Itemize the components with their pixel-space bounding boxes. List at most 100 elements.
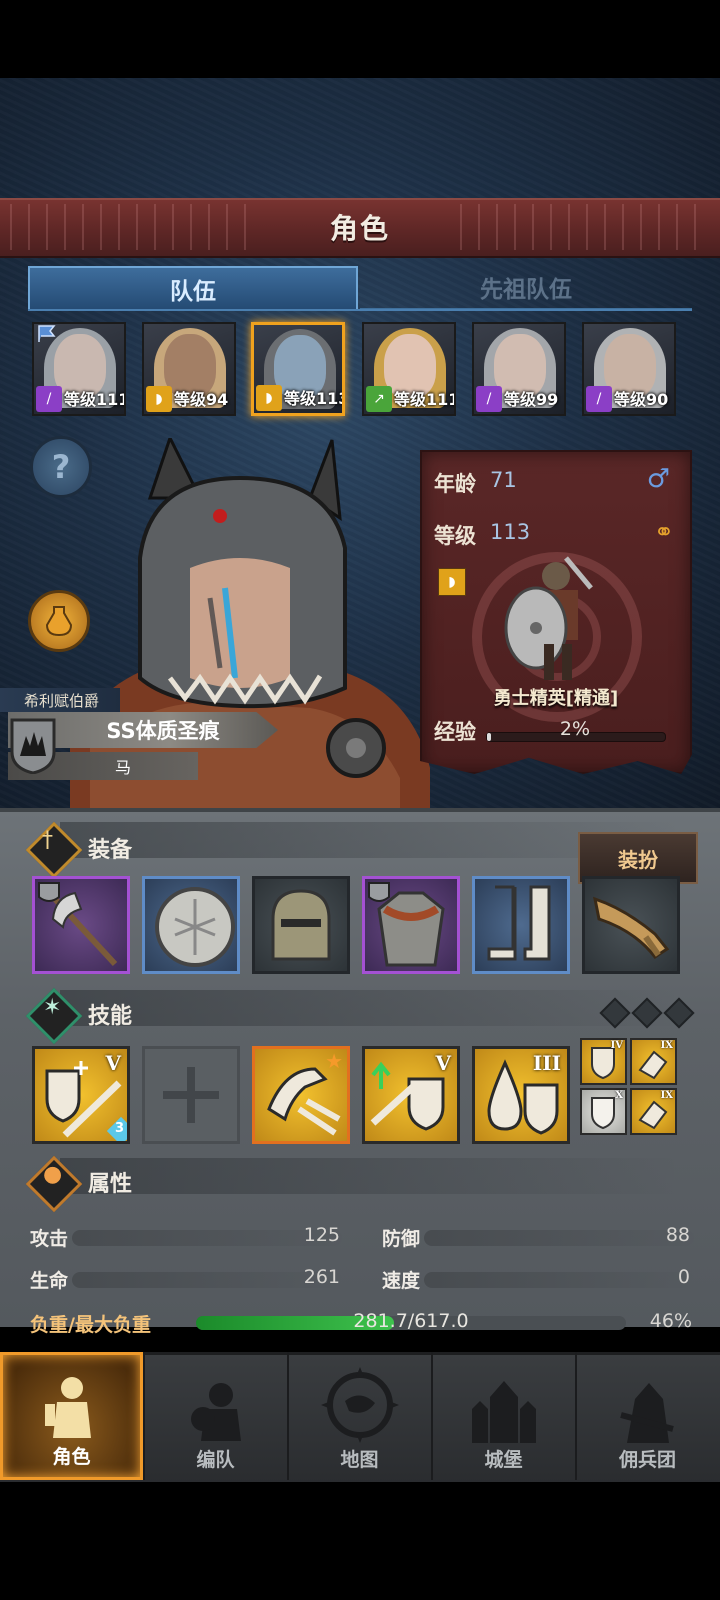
star-icon: ★ (325, 1049, 343, 1073)
skill-point-diamond-icon (663, 997, 695, 1029)
nav-character[interactable]: 角色 (0, 1352, 143, 1480)
nav-label: 地图 (340, 1449, 379, 1471)
status-bar-area (0, 0, 720, 78)
bottom-safe-area (0, 1482, 720, 1600)
party-member-5[interactable]: / 等级99 (472, 322, 566, 416)
load-label: 负重/最大负重 (30, 1314, 151, 1336)
round-shield-icon (155, 887, 235, 967)
shield-icon: ◗ (146, 386, 172, 412)
skill-rank: V (105, 1051, 121, 1075)
level-label: 等级 (434, 524, 476, 548)
equip-slot-helmet[interactable] (252, 876, 350, 974)
hp-value: 261 (303, 1266, 340, 1288)
passive-skill-4[interactable]: IX (630, 1088, 677, 1135)
mini-skill-rank: X (615, 1090, 623, 1101)
nav-mercenary[interactable]: 佣兵团 (576, 1352, 719, 1480)
knight-icon (44, 1377, 91, 1438)
formation-icon (190, 1383, 241, 1441)
party-member-level: 等级111 (394, 390, 454, 409)
defense-value: 88 (665, 1224, 690, 1246)
hp-label: 生命 (30, 1270, 69, 1292)
family-crest-icon (10, 718, 56, 774)
exp-percent: 2% (559, 718, 591, 740)
equipment-title: 装备 (88, 838, 133, 863)
unit-figure-warrior (504, 556, 593, 680)
attack-label: 攻击 (30, 1228, 69, 1250)
equip-slot-weapon[interactable] (32, 876, 130, 974)
horn-icon (593, 896, 670, 960)
defense-label: 防御 (382, 1228, 421, 1250)
level-value: 113 (490, 520, 531, 544)
equip-slot-shield[interactable] (142, 876, 240, 974)
speed-value: 0 (677, 1266, 690, 1288)
equip-slot-accessory[interactable] (582, 876, 680, 974)
helmet-icon (271, 889, 331, 961)
hero-title-name: 希利赋伯爵 (0, 688, 120, 712)
flag-icon (38, 325, 56, 342)
skill-point-diamond-icon (631, 997, 663, 1029)
nav-formation[interactable]: 编队 (144, 1352, 287, 1480)
rings-icon: ⚭ (653, 518, 674, 546)
empty-skill-cross-icon (163, 1067, 219, 1123)
question-mark-icon: ? (51, 448, 71, 486)
chainmail-armor-icon (368, 882, 445, 967)
title-banner: 角色 (0, 198, 720, 256)
exp-label: 经验 (434, 720, 476, 744)
tab-underline (28, 309, 692, 311)
load-percent: 46% (649, 1310, 692, 1332)
skill-slot-4[interactable]: V (362, 1046, 460, 1144)
boots-icon (487, 885, 551, 961)
passive-skill-3[interactable]: X (580, 1088, 627, 1135)
speed-label: 速度 (382, 1270, 421, 1292)
passive-skill-1[interactable]: IV (580, 1038, 627, 1085)
person-icon: ● (43, 1162, 63, 1187)
skill-slot-1[interactable]: V 3 (32, 1046, 130, 1144)
attack-value: 125 (303, 1224, 340, 1246)
passive-skill-2[interactable]: IX (630, 1038, 677, 1085)
male-gender-icon: ♂ (646, 464, 670, 494)
attributes-header-bar (60, 1158, 680, 1194)
staff-icon: / (36, 386, 62, 412)
dagger-icon: † (42, 828, 53, 853)
castle-icon (471, 1381, 536, 1443)
nav-castle[interactable]: 城堡 (432, 1352, 575, 1480)
nav-label: 编队 (196, 1449, 235, 1471)
nav-map[interactable]: 地图 (288, 1352, 431, 1480)
staff-icon: / (476, 386, 502, 412)
skill-slot-3[interactable]: ★ (252, 1046, 350, 1144)
mini-skill-rank: IX (660, 1090, 673, 1101)
nav-label: 城堡 (484, 1449, 523, 1471)
party-member-level: 等级90 (614, 390, 669, 409)
skills-title: 技能 (88, 1004, 133, 1029)
party-member-4[interactable]: ↗ 等级111 (362, 322, 456, 416)
mercenary-icon (619, 1383, 674, 1443)
equip-slot-armor[interactable] (362, 876, 460, 974)
axe-icon (38, 882, 118, 967)
age-value: 71 (490, 468, 517, 492)
party-member-level: 等级94 (174, 390, 229, 409)
shield-icon: ◗ (256, 385, 282, 411)
page-title: 角色 (329, 212, 390, 245)
unit-class-name: 勇士精英[精通] (493, 688, 619, 709)
equip-slot-boots[interactable] (472, 876, 570, 974)
skill-rank: V (435, 1051, 451, 1075)
load-value: 281.7/617.0 (353, 1310, 469, 1332)
attributes-title: 属性 (88, 1172, 133, 1197)
staff-icon: / (586, 386, 612, 412)
party-member-3-selected[interactable]: ◗ 等级113 (251, 322, 345, 416)
party-member-level: 等级113 (284, 389, 342, 408)
nav-label: 佣兵团 (618, 1449, 676, 1471)
party-member-1[interactable]: / 等级111 (32, 322, 126, 416)
mini-skill-rank: IV (610, 1040, 623, 1051)
hero-info-panel: 年龄 71 ♂ 等级 113 ⚭ ◗ 勇士精英[精通] 经验 2% (420, 450, 692, 774)
skill-slot-2-empty[interactable] (142, 1046, 240, 1144)
compass-map-icon (320, 1367, 399, 1443)
class-shield-icon: ◗ (438, 568, 466, 596)
tab-party[interactable]: 队伍 (28, 266, 358, 310)
skill-slot-5[interactable]: III (472, 1046, 570, 1144)
bow-icon: ↗ (366, 386, 392, 412)
party-member-2[interactable]: ◗ 等级94 (142, 322, 236, 416)
skill-rank: III (532, 1051, 561, 1075)
tab-ancestor-party[interactable]: 先祖队伍 (360, 266, 692, 310)
party-member-6[interactable]: / 等级90 (582, 322, 676, 416)
